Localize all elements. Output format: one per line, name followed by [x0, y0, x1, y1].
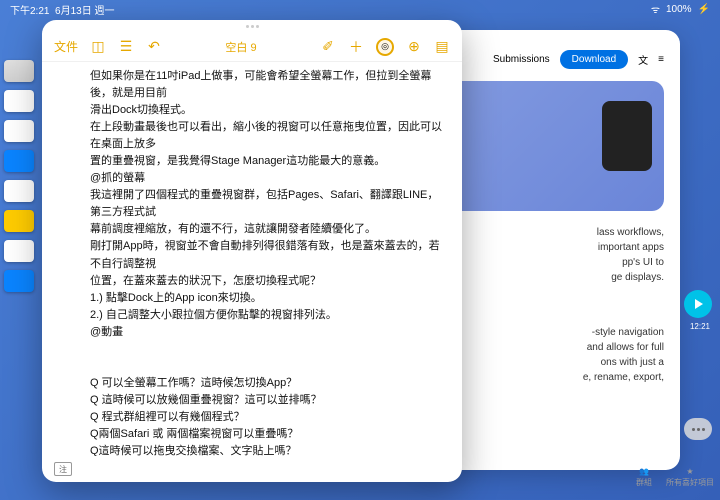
notes-window[interactable]: 文件 ◫ ☰ ↶ 空白 9 ✐ ＋ ◎ ⊕ ▤ 但如果你是在11吋iPad上做事… [42, 20, 462, 482]
people-icon: 👥 [639, 467, 649, 476]
undo-icon[interactable]: ↶ [146, 39, 162, 55]
collaborate-icon[interactable]: ◎ [376, 38, 394, 56]
submissions-link[interactable]: Submissions [493, 54, 550, 65]
app-thumbnail[interactable] [4, 120, 34, 142]
app-thumbnail[interactable] [4, 150, 34, 172]
notes-footer: 注 [42, 456, 462, 482]
status-bar: 下午2:21 6月13日 週一 ᯤ 100% ⚡ [0, 0, 720, 18]
stage-manager-strip[interactable] [0, 60, 38, 292]
add-icon[interactable]: ＋ [348, 39, 364, 55]
wifi-icon: ᯤ [651, 2, 660, 16]
window-grabber[interactable] [42, 20, 462, 32]
star-icon: ★ [686, 467, 693, 476]
bookmark-icon[interactable]: ▤ [434, 39, 450, 55]
ipad-mockup-image [436, 81, 664, 211]
app-thumbnail[interactable] [4, 180, 34, 202]
app-thumbnail[interactable] [4, 210, 34, 232]
more-icon[interactable] [684, 418, 712, 440]
article-text: lass workflows, important apps pp's UI t… [436, 225, 664, 385]
app-thumbnail[interactable] [4, 60, 34, 82]
timestamp: 12:21 [690, 322, 710, 331]
download-button[interactable]: Download [560, 50, 628, 69]
app-thumbnail[interactable] [4, 240, 34, 262]
list-icon[interactable]: ☰ [118, 39, 134, 55]
play-button[interactable] [684, 290, 712, 318]
style-picker[interactable]: 空白 9 [174, 39, 308, 55]
documents-button[interactable]: 文件 [54, 38, 78, 55]
menu-icon[interactable]: ≡ [658, 54, 664, 65]
app-thumbnail[interactable] [4, 270, 34, 292]
more-icon[interactable]: ⊕ [406, 39, 422, 55]
sidebar-icon[interactable]: ◫ [90, 39, 106, 55]
bottom-tabs: 👥群組 ★所有喜好項目 [636, 467, 714, 488]
note-body[interactable]: 但如果你是在11吋iPad上做事，可能會希望全螢幕工作，但拉到全螢幕後，就是用目… [42, 62, 462, 456]
notes-toolbar: 文件 ◫ ☰ ↶ 空白 9 ✐ ＋ ◎ ⊕ ▤ [42, 32, 462, 62]
app-thumbnail[interactable] [4, 90, 34, 112]
brush-icon[interactable]: ✐ [320, 39, 336, 55]
annotation-icon[interactable]: 注 [54, 462, 72, 476]
